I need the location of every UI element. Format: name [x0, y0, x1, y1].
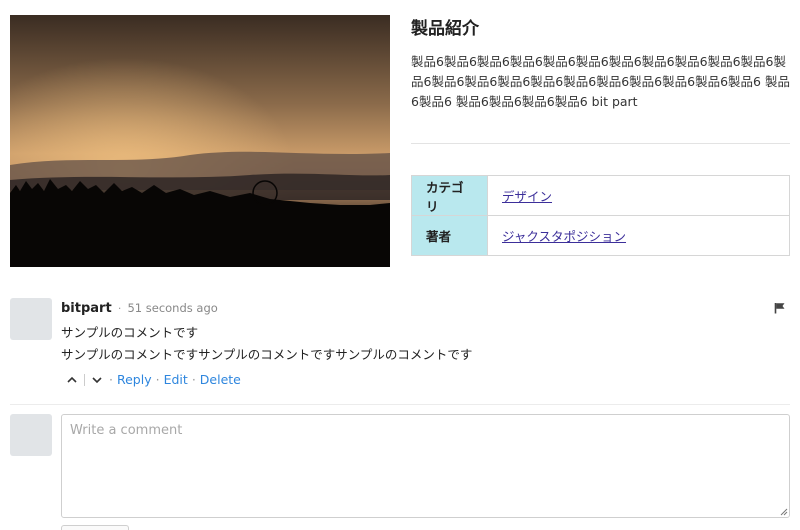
- resize-grip-icon[interactable]: [778, 506, 788, 516]
- product-image: [10, 15, 390, 267]
- product-description: 製品6製品6製品6製品6製品6製品6製品6製品6製品6製品6製品6製品6製品6製…: [411, 54, 790, 109]
- downvote-button[interactable]: [89, 372, 105, 388]
- comment-line: サンプルのコメントです: [61, 325, 199, 340]
- product-title: 製品紹介: [411, 19, 479, 39]
- submit-button[interactable]: [61, 525, 129, 530]
- comment-timestamp[interactable]: 51 seconds ago: [127, 301, 217, 315]
- spec-value: ジャクスタポジション: [487, 215, 790, 256]
- comments-divider: [10, 404, 790, 405]
- comment-line: サンプルのコメントですサンプルのコメントですサンプルのコメントです: [61, 347, 473, 362]
- spec-label: 著者: [411, 215, 488, 256]
- spec-label: カテゴリ: [411, 175, 488, 216]
- reply-button[interactable]: Reply: [117, 371, 152, 389]
- action-separator: ·: [191, 372, 196, 387]
- comment-author[interactable]: bitpart: [61, 301, 112, 316]
- vote-divider: [84, 374, 85, 386]
- comment-avatar: [10, 298, 52, 340]
- upvote-button[interactable]: [64, 372, 80, 388]
- comment-body: サンプルのコメントです サンプルのコメントですサンプルのコメントですサンプルのコ…: [61, 322, 472, 366]
- product-divider: [411, 143, 790, 144]
- spec-row-category: カテゴリ デザイン: [411, 175, 790, 216]
- current-user-avatar: [10, 414, 52, 456]
- spec-value: デザイン: [487, 175, 790, 216]
- spec-row-author: 著者 ジャクスタポジション: [411, 215, 790, 256]
- comment-input[interactable]: [61, 414, 790, 518]
- category-link[interactable]: デザイン: [502, 189, 552, 204]
- delete-button[interactable]: Delete: [200, 371, 241, 389]
- author-link[interactable]: ジャクスタポジション: [502, 229, 626, 244]
- flag-icon[interactable]: [774, 302, 786, 314]
- action-separator: ·: [109, 372, 113, 387]
- meta-separator: ·: [117, 302, 122, 315]
- product-info: 製品紹介 製品6製品6製品6製品6製品6製品6製品6製品6製品6製品6製品6製品…: [411, 15, 790, 112]
- upvote-chevron-icon: [67, 376, 77, 383]
- comment-header: bitpart · 51 seconds ago: [61, 300, 218, 317]
- landscape-illustration: [10, 15, 390, 267]
- spec-table: カテゴリ デザイン 著者 ジャクスタポジション: [411, 175, 790, 256]
- action-separator: ·: [155, 372, 160, 387]
- comment-actions: · Reply · Edit · Delete: [64, 371, 241, 389]
- edit-button[interactable]: Edit: [164, 371, 188, 389]
- downvote-chevron-icon: [92, 377, 102, 384]
